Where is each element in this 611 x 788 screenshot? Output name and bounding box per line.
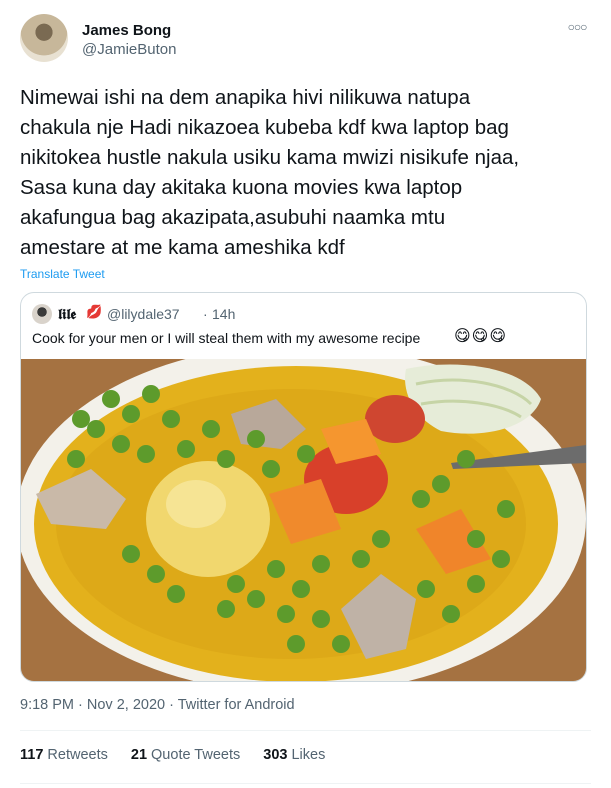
quoted-tweet-text: Cook for your men or I will steal them w… [32,330,421,346]
quote-tweets-stat[interactable]: 21 Quote Tweets [131,747,240,763]
retweets-count: 117 [20,747,44,763]
quoted-author-avatar [32,304,52,324]
tweet-text: Nimewai ishi na dem anapika hivi nilikuw… [20,86,520,259]
tweet-timestamp[interactable]: 9:18 PM · Nov 2, 2020 · Twitter for Andr… [20,697,295,713]
likes-label: Likes [291,747,326,763]
tweet: James Bong @JamieButon ○○○ Nimewai ishi … [0,0,611,788]
quoted-tweet-time: 14h [212,306,236,322]
quote-tweets-label: Quote Tweets [151,747,241,763]
lips-emoji: 💋 [86,304,103,319]
likes-count: 303 [263,747,288,763]
quote-tweets-count: 21 [130,747,148,763]
quoted-author-name: 𝖑𝖎𝖑𝖊 [58,306,77,322]
retweets-label: Retweets [47,747,108,763]
author-name[interactable]: James Bong [82,22,171,39]
translate-tweet-link[interactable]: Translate Tweet [20,267,105,281]
quoted-author-handle: @lilydale37 [107,306,180,322]
divider [20,730,591,731]
divider [20,783,591,784]
yum-emojis: 😋😋😋 [454,328,508,345]
tweet-stats: 117 Retweets 21 Quote Tweets 303 Likes [20,747,344,763]
retweets-stat[interactable]: 117 Retweets [20,747,108,763]
author-avatar[interactable] [20,14,68,62]
food-photo[interactable] [21,359,586,681]
author-handle[interactable]: @JamieButon [82,41,176,58]
separator-dot: · [203,306,208,322]
likes-stat[interactable]: 303 Likes [263,747,325,763]
more-horizontal-icon[interactable]: ○○○ [566,20,588,34]
quoted-tweet[interactable]: 𝖑𝖎𝖑𝖊 💋 @lilydale37 · 14h Cook for your m… [20,292,587,682]
